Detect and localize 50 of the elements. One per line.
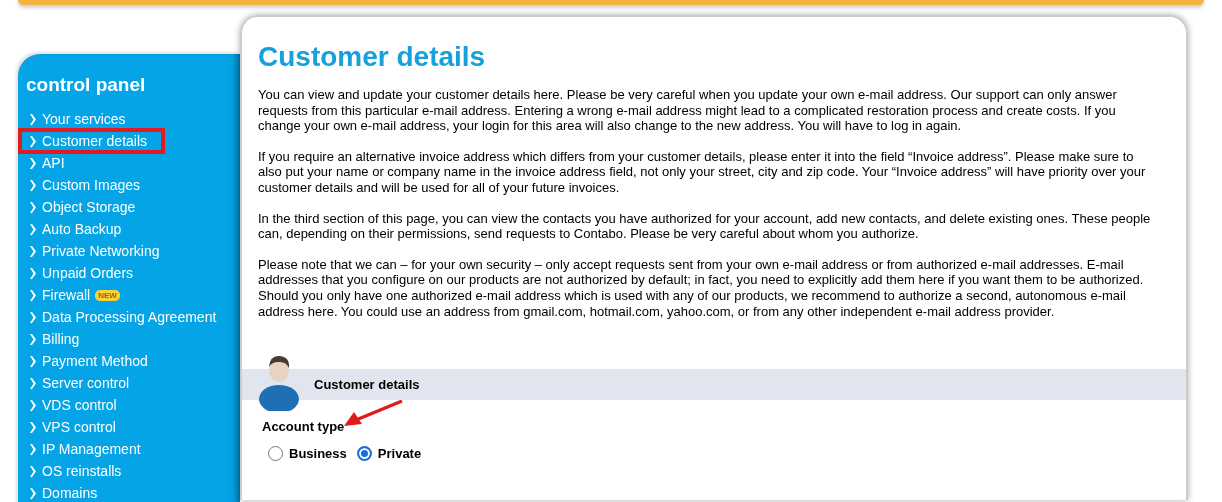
sidebar-link[interactable]: IP Management: [42, 441, 141, 457]
sidebar-link[interactable]: VPS control: [42, 419, 116, 435]
sidebar-link[interactable]: Unpaid Orders: [42, 265, 134, 281]
sidebar-link[interactable]: Object Storage: [42, 199, 136, 215]
paragraph: Please note that we can – for your own security – only accept requests sent from your own e-mail address or from authorized e-mail addresses. E-mail addresses that you configure on our products are not authorized by default; in fact, you need to explicitly add them here if you want them to be authorized. Should you only have one authorized e-mail address which is used with any of our products, we recommend to authorize a second, autonomous e-mail address here. You could use an address from gmail.com, hotmail.com, yahoo.com, or from any other independent e-mail address provider.: [258, 256, 1145, 320]
sidebar-link[interactable]: Server control: [42, 375, 130, 391]
sidebar-title: control panel: [25, 74, 147, 96]
chevron-icon: [29, 245, 36, 257]
sidebar-link[interactable]: Firewall: [42, 287, 91, 303]
chevron-icon: [29, 135, 36, 147]
chevron-icon: [29, 113, 36, 125]
chevron-icon: [29, 421, 36, 433]
sidebar-link[interactable]: VDS control: [42, 397, 117, 413]
sidebar-link[interactable]: Customer details: [42, 133, 148, 149]
chevron-icon: [29, 223, 36, 235]
section-title: Customer details: [314, 377, 420, 393]
radio-button[interactable]: [356, 446, 372, 462]
sidebar-link[interactable]: OS reinstalls: [42, 463, 122, 479]
chevron-icon: [29, 443, 36, 455]
chevron-icon: [29, 267, 36, 279]
paragraph: You can view and update your customer details here. Please be very careful when you update your own e-mail address. Our support can only answer requests from this particular e-mail address. Entering a wrong e-mail address might lead to a complicated restoration process and create costs. If you change your own e-mail address, your login for this area will also change to the new address. You will have to log in again.: [258, 87, 1118, 134]
paragraph: If you require an alternative invoice address which differs from your customer details, please enter it into the field “Invoice address”. Please make sure to also put your name or company name in the invoice address field, not only your street, city and zip code. Your “Invoice address” will have priority over your customer details and will be used for all of your future invoices.: [258, 148, 1147, 196]
chevron-icon: [29, 201, 36, 213]
radio-option[interactable]: Business: [268, 446, 347, 462]
sidebar-link[interactable]: Payment Method: [42, 353, 148, 369]
chevron-icon: [29, 333, 36, 345]
person-icon: [258, 353, 300, 412]
chevron-icon: [29, 377, 36, 389]
field-label: Account type: [262, 419, 345, 435]
chevron-icon: [29, 399, 36, 411]
radio-button[interactable]: [268, 446, 283, 462]
sidebar-link[interactable]: Domains: [42, 485, 98, 501]
sidebar-link[interactable]: API: [42, 155, 65, 171]
sidebar-link[interactable]: Data Processing Agreement: [42, 309, 217, 325]
chevron-icon: [29, 465, 36, 477]
chevron-icon: [29, 179, 36, 191]
page-title: Customer details: [258, 41, 487, 73]
chevron-icon: [29, 289, 36, 301]
new-badge: NEW: [95, 289, 120, 301]
sidebar-link[interactable]: Your services: [42, 111, 126, 127]
paragraph: In the third section of this page, you can view the contacts you have authorized for your account, add new contacts, and delete existing ones. These people can, depending on their permissions, send requests to Contabo. Please be very careful about whom you authorize.: [258, 210, 1152, 242]
radio-option[interactable]: Private: [356, 446, 422, 462]
chevron-icon: [29, 355, 36, 367]
sidebar-link[interactable]: Private Networking: [42, 243, 160, 259]
sidebar-link[interactable]: Auto Backup: [42, 221, 122, 237]
chevron-icon: [29, 487, 36, 499]
sidebar-link[interactable]: Custom Images: [42, 177, 141, 193]
sidebar-link[interactable]: Billing: [42, 331, 80, 347]
chevron-icon: [29, 157, 36, 169]
chevron-icon: [29, 311, 36, 323]
